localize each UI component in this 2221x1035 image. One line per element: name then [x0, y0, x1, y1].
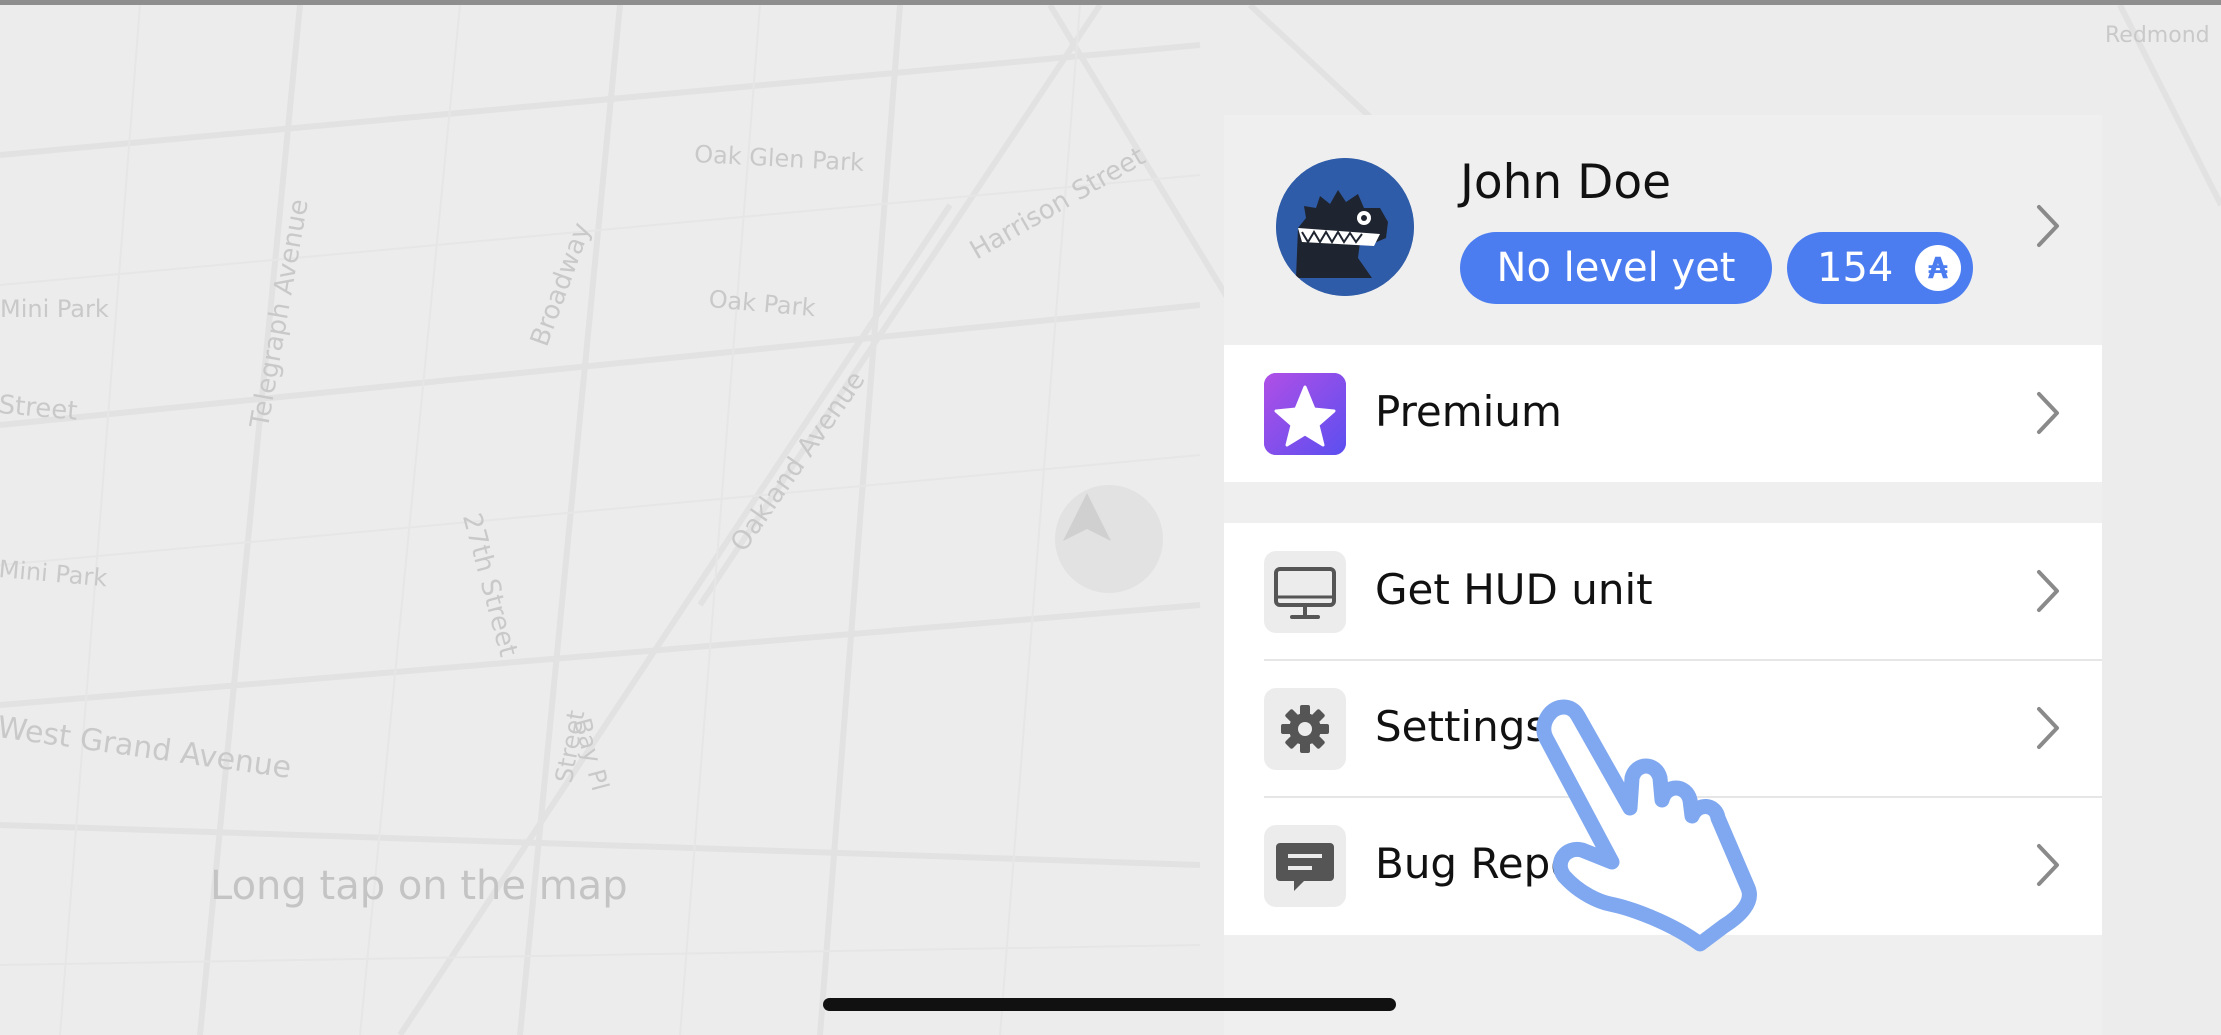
menu-item-premium[interactable]: Premium [1224, 345, 2102, 482]
pointing-hand-icon [1536, 699, 1757, 952]
gear-icon [1281, 705, 1329, 753]
star-icon [1264, 373, 1346, 455]
avatar-monster-icon [1276, 158, 1414, 296]
chevron-right-icon [2037, 844, 2059, 886]
bug-report-icon-tile [1264, 825, 1346, 907]
coins-badge: 154 ₳ [1787, 232, 1973, 304]
chat-bubble-icon [1276, 843, 1334, 891]
premium-icon-tile [1264, 373, 1346, 455]
coins-count: 154 [1817, 245, 1894, 291]
level-badge: No level yet [1460, 232, 1772, 304]
user-name: John Doe [1460, 155, 1671, 210]
chevron-right-icon [2037, 707, 2059, 749]
menu-label-get-hud-unit: Get HUD unit [1375, 565, 1653, 614]
current-location-marker[interactable] [1055, 485, 1163, 593]
chevron-right-icon [2037, 392, 2059, 434]
map-label: Mini Park [0, 295, 109, 323]
coin-icon: ₳ [1915, 245, 1961, 291]
premium-card: Premium [1224, 345, 2102, 482]
menu-label-premium: Premium [1375, 387, 1562, 436]
chevron-right-icon [2037, 205, 2059, 247]
map-label: Redmond [2105, 23, 2210, 48]
menu-item-get-hud-unit[interactable]: Get HUD unit [1224, 523, 2102, 660]
long-tap-hint: Long tap on the map [210, 863, 628, 909]
monitor-icon [1274, 567, 1336, 619]
home-indicator[interactable] [823, 998, 1396, 1011]
avatar[interactable] [1276, 158, 1414, 296]
chevron-right-icon [2037, 570, 2059, 612]
hud-icon-tile [1264, 551, 1346, 633]
settings-icon-tile [1264, 688, 1346, 770]
locate-arrow-icon [1063, 493, 1111, 541]
profile-header[interactable]: John Doe No level yet 154 ₳ [1224, 115, 2102, 337]
